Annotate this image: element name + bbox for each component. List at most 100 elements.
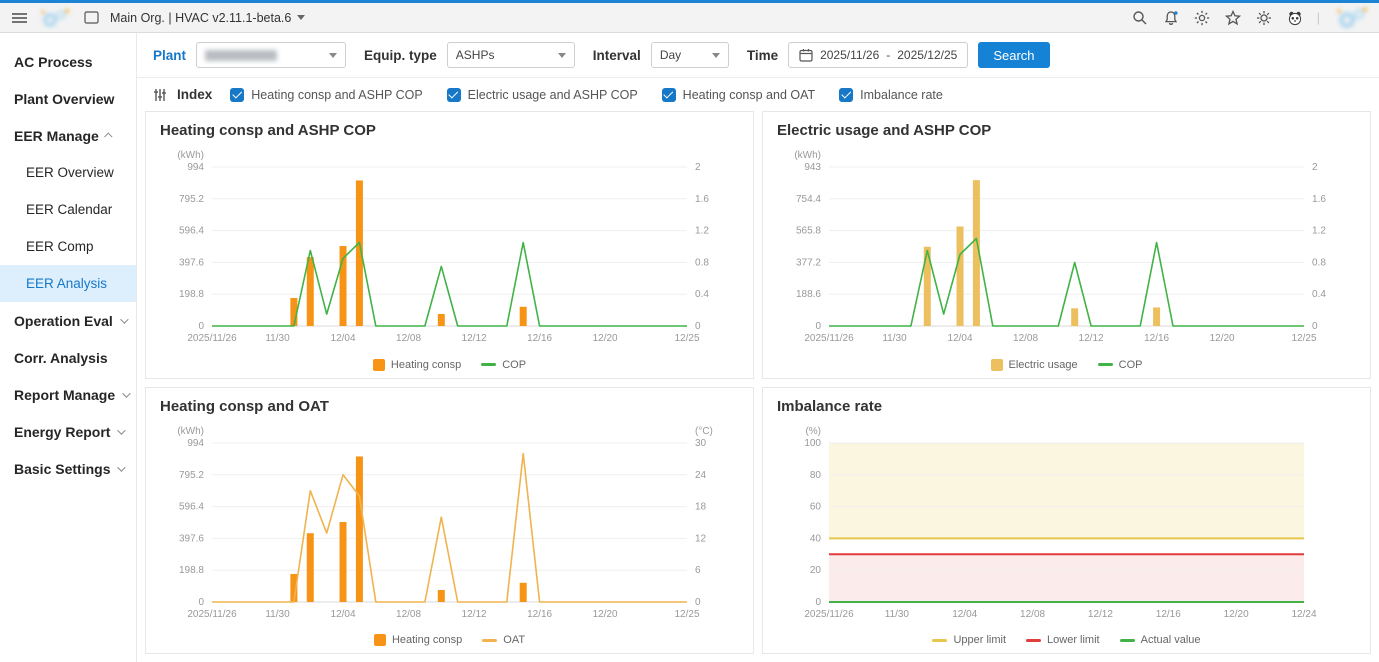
svg-text:0: 0 xyxy=(695,321,701,332)
sidebar-item-label: EER Analysis xyxy=(26,276,107,291)
sidebar-item-eer-calendar[interactable]: EER Calendar xyxy=(0,191,136,228)
legend-swatch xyxy=(481,363,496,366)
svg-text:12/12: 12/12 xyxy=(1088,609,1113,620)
svg-text:12/08: 12/08 xyxy=(1020,609,1045,620)
chart-legend: Heating consp OAT xyxy=(146,627,753,653)
svg-text:12: 12 xyxy=(695,533,707,544)
panda-extension-icon[interactable] xyxy=(1286,9,1304,27)
plant-select[interactable] xyxy=(196,42,346,68)
index-checkbox-electric-cop[interactable]: Electric usage and ASHP COP xyxy=(447,88,638,102)
window-icon xyxy=(82,9,100,27)
org-title-label: Main Org. | HVAC v2.11.1-beta.6 xyxy=(110,11,291,25)
chart-canvas: 020406080100(%)2025/11/2611/3012/0412/08… xyxy=(763,417,1370,628)
svg-text:12/16: 12/16 xyxy=(527,333,552,344)
index-label: Index xyxy=(177,87,212,102)
chart-canvas: 0198.8397.6596.4795.29940612182430(kWh)(… xyxy=(146,417,753,628)
heating-consp-cop-chart: 0198.8397.6596.4795.299400.40.81.21.62(k… xyxy=(146,141,753,352)
chart-title: Heating consp and OAT xyxy=(146,388,753,417)
chart-canvas: 0198.8397.6596.4795.299400.40.81.21.62(k… xyxy=(146,141,753,352)
sidebar-item-report-manage[interactable]: Report Manage xyxy=(0,376,136,413)
settings-gear-icon[interactable] xyxy=(1255,9,1273,27)
org-title[interactable]: Main Org. | HVAC v2.11.1-beta.6 xyxy=(110,11,305,25)
legend-label: OAT xyxy=(503,634,525,646)
chevron-up-icon xyxy=(104,132,112,140)
legend-item[interactable]: OAT xyxy=(482,634,525,646)
chevron-down-icon xyxy=(329,53,337,58)
svg-text:397.6: 397.6 xyxy=(179,533,204,544)
index-bar: Index Heating consp and ASHP COP Electri… xyxy=(137,78,1379,109)
svg-text:596.4: 596.4 xyxy=(179,226,204,237)
legend-swatch xyxy=(482,639,497,642)
equip-type-select[interactable]: ASHPs xyxy=(447,42,575,68)
svg-text:795.2: 795.2 xyxy=(179,469,204,480)
sidebar-item-ac-process[interactable]: AC Process xyxy=(0,43,136,80)
legend-swatch xyxy=(1120,639,1135,642)
sidebar-item-operation-eval[interactable]: Operation Eval xyxy=(0,302,136,339)
brightness-icon[interactable] xyxy=(1193,9,1211,27)
checkbox-checked-icon xyxy=(662,88,676,102)
svg-text:(%): (%) xyxy=(805,426,821,437)
svg-text:12/08: 12/08 xyxy=(396,333,421,344)
search-icon[interactable] xyxy=(1131,9,1149,27)
svg-text:12/04: 12/04 xyxy=(331,609,356,620)
svg-text:12/12: 12/12 xyxy=(462,333,487,344)
sidebar-item-plant-overview[interactable]: Plant Overview xyxy=(0,80,136,117)
index-checkbox-heating-cop[interactable]: Heating consp and ASHP COP xyxy=(230,88,422,102)
svg-text:12/08: 12/08 xyxy=(396,609,421,620)
sidebar-item-eer-comp[interactable]: EER Comp xyxy=(0,228,136,265)
sidebar-item-label: EER Comp xyxy=(26,239,94,254)
chevron-down-icon xyxy=(118,463,126,471)
plant-select-value-redacted xyxy=(205,50,277,61)
svg-text:2025/11/26: 2025/11/26 xyxy=(804,609,854,620)
equip-type-label: Equip. type xyxy=(364,48,437,63)
app-window: Main Org. | HVAC v2.11.1-beta.6 xyxy=(0,0,1379,662)
legend-item[interactable]: Heating consp xyxy=(374,634,462,646)
filter-bar: Plant Equip. type ASHPs Interval Day Tim… xyxy=(137,33,1379,78)
checkbox-checked-icon xyxy=(839,88,853,102)
svg-text:0: 0 xyxy=(815,321,821,332)
legend-item[interactable]: Lower limit xyxy=(1026,634,1100,646)
sidebar-item-eer-manage[interactable]: EER Manage xyxy=(0,117,136,154)
legend-label: COP xyxy=(502,359,526,371)
svg-text:12/08: 12/08 xyxy=(1013,333,1038,344)
date-range-input[interactable]: 2025/11/26 - 2025/12/25 xyxy=(788,42,968,68)
svg-text:0: 0 xyxy=(198,597,204,608)
sidebar-item-eer-analysis[interactable]: EER Analysis xyxy=(0,265,136,302)
legend-swatch xyxy=(1098,363,1113,366)
index-checkbox-heating-oat[interactable]: Heating consp and OAT xyxy=(662,88,815,102)
favorite-star-icon[interactable] xyxy=(1224,9,1242,27)
chart-legend: Heating consp COP xyxy=(146,352,753,378)
electric-usage-cop-chart: 0188.6377.2565.8754.494300.40.81.21.62(k… xyxy=(763,141,1370,352)
sidebar-item-label: EER Calendar xyxy=(26,202,112,217)
search-button[interactable]: Search xyxy=(978,42,1049,68)
legend-item[interactable]: COP xyxy=(1098,359,1143,371)
svg-text:12/20: 12/20 xyxy=(593,333,618,344)
svg-text:24: 24 xyxy=(695,469,707,480)
svg-text:80: 80 xyxy=(810,469,822,480)
legend-item[interactable]: Electric usage xyxy=(991,359,1078,371)
legend-item[interactable]: Actual value xyxy=(1120,634,1201,646)
svg-text:(°C): (°C) xyxy=(695,426,713,437)
notification-bell-icon[interactable] xyxy=(1162,9,1180,27)
legend-label: Heating consp xyxy=(392,634,462,646)
legend-swatch xyxy=(374,634,386,646)
svg-text:18: 18 xyxy=(695,501,707,512)
svg-text:1.2: 1.2 xyxy=(1312,226,1326,237)
sidebar-item-basic-settings[interactable]: Basic Settings xyxy=(0,450,136,487)
svg-text:12/25: 12/25 xyxy=(1291,333,1316,344)
sidebar-item-corr-analysis[interactable]: Corr. Analysis xyxy=(0,339,136,376)
interval-select[interactable]: Day xyxy=(651,42,729,68)
legend-item[interactable]: Heating consp xyxy=(373,359,461,371)
svg-text:0: 0 xyxy=(1312,321,1318,332)
legend-item[interactable]: COP xyxy=(481,359,526,371)
legend-item[interactable]: Upper limit xyxy=(932,634,1006,646)
svg-text:0: 0 xyxy=(695,597,701,608)
index-checkbox-imbalance[interactable]: Imbalance rate xyxy=(839,88,943,102)
legend-label: Upper limit xyxy=(953,634,1006,646)
svg-text:754.4: 754.4 xyxy=(796,194,821,205)
sidebar-item-eer-overview[interactable]: EER Overview xyxy=(0,154,136,191)
legend-label: COP xyxy=(1119,359,1143,371)
sidebar-item-energy-report[interactable]: Energy Report xyxy=(0,413,136,450)
hamburger-menu-icon[interactable] xyxy=(10,9,28,27)
svg-text:0.8: 0.8 xyxy=(695,257,709,268)
